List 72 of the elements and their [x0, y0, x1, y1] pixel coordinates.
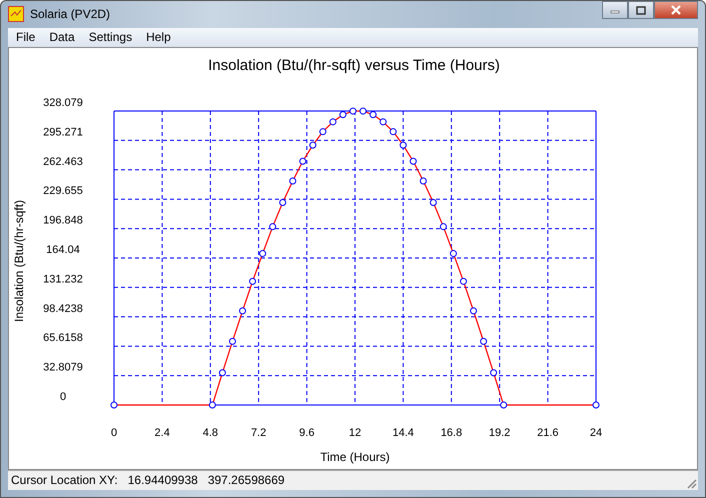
x-tick-label: 24	[590, 426, 602, 438]
data-point	[259, 250, 266, 257]
y-tick-label: 295.271	[43, 126, 83, 138]
x-tick-label: 14.4	[392, 426, 414, 438]
menu-item[interactable]: Data	[43, 28, 83, 46]
data-point	[319, 128, 326, 135]
data-point	[370, 110, 377, 118]
data-point	[289, 176, 296, 184]
data-point	[480, 337, 488, 344]
y-tick-label: 164.04	[46, 244, 80, 256]
data-point	[400, 141, 407, 148]
cursor-y-value: 397.26598669	[208, 473, 285, 488]
resize-grip-icon[interactable]	[685, 477, 697, 489]
data-point	[460, 277, 467, 284]
close-button[interactable]	[654, 1, 698, 19]
data-point	[350, 107, 356, 114]
data-point	[470, 306, 477, 314]
data-point	[420, 176, 427, 184]
x-tick-label: 9.6	[299, 426, 314, 438]
data-point	[269, 222, 276, 230]
data-point	[229, 337, 236, 344]
data-point	[208, 401, 216, 408]
x-tick-label: 19.2	[488, 426, 510, 438]
data-point	[309, 141, 316, 148]
data-point	[500, 401, 508, 408]
x-tick-label: 2.4	[154, 426, 170, 438]
data-point	[110, 401, 118, 408]
data-point	[218, 368, 226, 376]
x-tick-label: 0	[110, 426, 118, 438]
y-tick-label: 328.079	[43, 96, 83, 108]
data-point	[380, 118, 387, 125]
close-icon	[670, 5, 682, 15]
data-point	[440, 222, 447, 230]
data-point	[410, 157, 417, 164]
data-point	[239, 306, 246, 314]
data-point	[450, 250, 457, 257]
x-tick-label: 12	[348, 426, 362, 438]
x-tick-label: 21.6	[537, 426, 558, 438]
y-tick-label: 262.463	[43, 155, 83, 168]
window-title: Solaria (PV2D)	[30, 7, 112, 22]
menu-item[interactable]: Help	[140, 28, 179, 46]
data-point	[390, 128, 397, 135]
y-tick-label: 0	[60, 390, 66, 402]
data-point	[360, 107, 367, 114]
x-tick-label: 4.8	[202, 426, 218, 438]
data-point	[339, 110, 346, 118]
maximize-icon	[636, 6, 646, 14]
app-icon	[8, 6, 24, 22]
y-axis-title: Insolation (Btu/(hr-sqft)	[12, 199, 26, 322]
chart-title: Insolation (Btu/(hr-sqft) versus Time (Hours)	[208, 56, 500, 74]
y-tick-label: 98.4238	[43, 302, 83, 314]
data-point	[249, 277, 256, 284]
menu-item[interactable]: Settings	[82, 28, 140, 46]
menu-item[interactable]: File	[10, 28, 44, 46]
y-tick-label: 131.232	[43, 272, 83, 285]
data-point	[279, 198, 286, 206]
y-tick-label: 229.655	[43, 184, 83, 197]
data-point	[329, 118, 336, 125]
y-tick-label: 65.6158	[43, 332, 83, 344]
maximize-button[interactable]	[628, 1, 654, 19]
x-tick-label: 7.2	[250, 426, 266, 438]
x-axis-title: Time (Hours)	[320, 450, 390, 464]
x-tick-label: 16.8	[440, 426, 462, 438]
data-point	[490, 368, 498, 376]
status-label: Cursor Location XY:	[11, 473, 118, 488]
data-point	[430, 198, 437, 206]
data-point	[592, 401, 600, 408]
y-tick-label: 32.8079	[43, 361, 83, 374]
y-tick-label: 196.848	[43, 214, 83, 226]
data-point	[299, 157, 306, 164]
minimize-button[interactable]	[602, 1, 628, 19]
cursor-x-value: 16.94409938	[128, 473, 198, 488]
